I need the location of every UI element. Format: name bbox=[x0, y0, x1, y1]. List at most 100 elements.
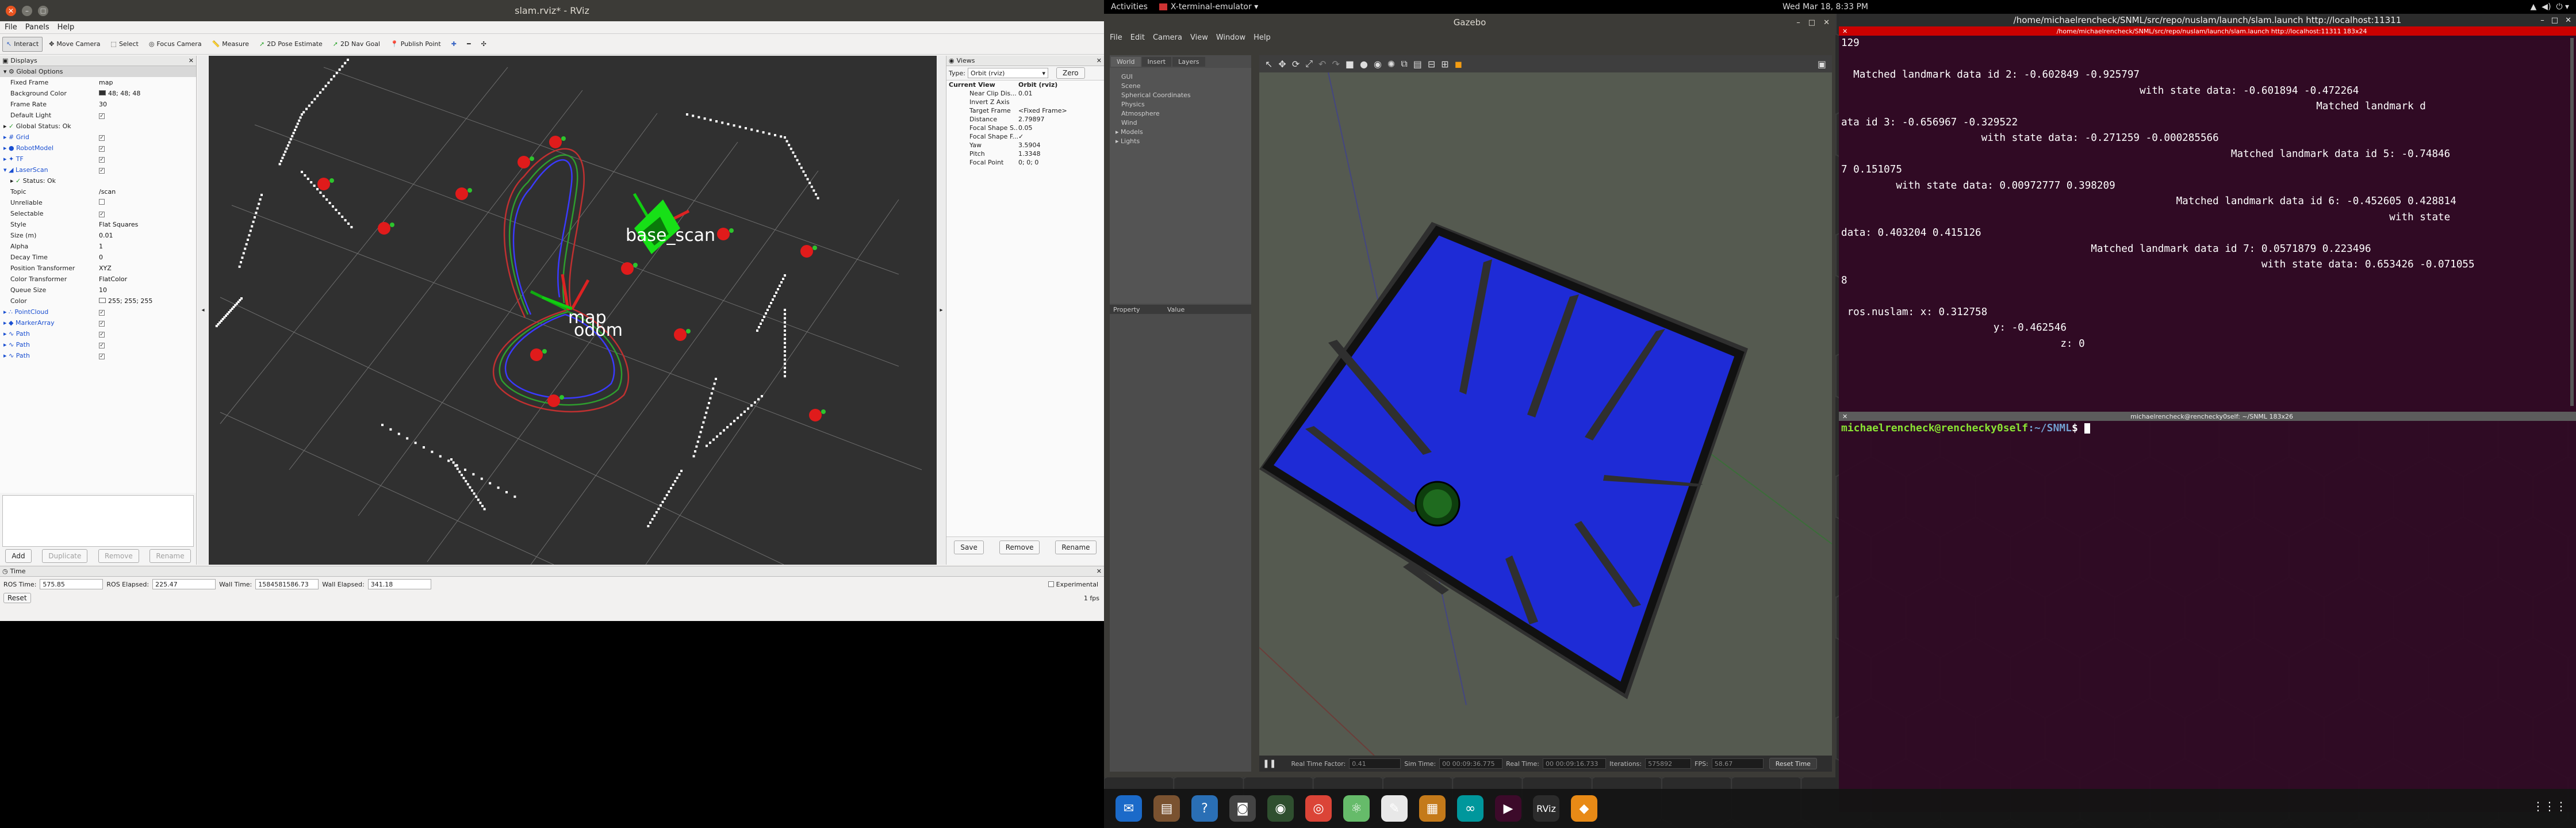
display-row[interactable]: ▾ ⚙ Global Options bbox=[0, 66, 196, 77]
display-row[interactable]: Fixed Frame map bbox=[0, 77, 196, 88]
display-row-value[interactable]: ✓ bbox=[99, 112, 191, 119]
expand-arrow-icon[interactable]: ▸ bbox=[3, 319, 9, 327]
menu-help[interactable]: Help bbox=[57, 23, 75, 32]
enable-checkbox[interactable]: ✓ bbox=[99, 113, 105, 119]
display-row-value[interactable]: ✓ bbox=[99, 319, 191, 327]
light-icon[interactable]: ✺ bbox=[1387, 59, 1395, 70]
focus-camera-tool-button[interactable]: ◎ Focus Camera bbox=[145, 37, 206, 52]
expand-arrow-icon[interactable]: ▸ bbox=[3, 122, 9, 130]
display-row[interactable]: ▸ ✓ Global Status: Ok bbox=[0, 121, 196, 132]
tab-layers[interactable]: Layers bbox=[1172, 56, 1205, 67]
display-row-value[interactable] bbox=[99, 199, 191, 206]
files-dark-dock-icon[interactable]: ▦ bbox=[1419, 795, 1446, 822]
display-row-value[interactable]: 48; 48; 48 bbox=[99, 90, 191, 97]
view-property-row[interactable]: Near Clip Dis... 0.01 bbox=[946, 89, 1104, 98]
display-row-value[interactable]: ✓ bbox=[99, 133, 191, 141]
enable-checkbox[interactable]: ✓ bbox=[99, 168, 105, 174]
world-tree-item[interactable]: Wind bbox=[1121, 118, 1251, 128]
expand-arrow-icon[interactable]: ▸ bbox=[3, 308, 9, 316]
remove-display-button[interactable]: Remove bbox=[98, 549, 139, 563]
scale-mode-icon[interactable]: ⤢ bbox=[1305, 58, 1313, 70]
rviz-dock-icon[interactable]: RViz bbox=[1533, 795, 1559, 822]
display-row[interactable]: ▸ ∴ PointCloud ✓ bbox=[0, 306, 196, 317]
tool-properties-button[interactable]: ✣ bbox=[477, 37, 490, 52]
minimize-window-icon[interactable]: – bbox=[1796, 18, 1800, 27]
move-camera-tool-button[interactable]: ✥ Move Camera bbox=[45, 37, 104, 52]
gazebo-3d-view[interactable]: ↖ ✥ ⟳ ⤢ ↶ ↷ ■ ● ◉ ✺ ⧉ ▤ ⊟ ⊞ ◼ ▣ ❚❚ Real … bbox=[1259, 55, 1832, 772]
world-tree-item[interactable]: ▸ Lights bbox=[1116, 137, 1251, 146]
display-row[interactable]: ▸ ∿ Path ✓ bbox=[0, 339, 196, 350]
duplicate-display-button[interactable]: Duplicate bbox=[42, 549, 88, 563]
expand-arrow-icon[interactable]: ▸ bbox=[3, 341, 9, 348]
zero-view-button[interactable]: Zero bbox=[1056, 67, 1085, 79]
display-row-value[interactable]: Flat Squares bbox=[99, 221, 191, 228]
display-row-value[interactable]: ✓ bbox=[99, 352, 191, 359]
enable-checkbox[interactable]: ✓ bbox=[99, 146, 105, 152]
rotate-mode-icon[interactable]: ⟳ bbox=[1292, 59, 1300, 70]
display-row[interactable]: Queue Size 10 bbox=[0, 285, 196, 296]
expand-arrow-icon[interactable]: ▸ bbox=[3, 133, 9, 141]
display-row[interactable]: ▸ ✦ TF ✓ bbox=[0, 154, 196, 164]
select-mode-icon[interactable]: ↖ bbox=[1265, 59, 1272, 70]
expand-arrow-icon[interactable]: ▸ bbox=[3, 144, 9, 152]
expand-arrow-icon[interactable]: ▸ bbox=[3, 352, 9, 359]
display-row[interactable]: Style Flat Squares bbox=[0, 219, 196, 230]
save-view-button[interactable]: Save bbox=[954, 540, 984, 554]
add-display-button[interactable]: Add bbox=[5, 549, 32, 563]
enable-checkbox[interactable]: ✓ bbox=[99, 135, 105, 141]
gz-menu-help[interactable]: Help bbox=[1254, 33, 1271, 42]
tab-world[interactable]: World bbox=[1111, 56, 1141, 67]
pose-estimate-tool-button[interactable]: ➚ 2D Pose Estimate bbox=[255, 37, 327, 52]
enable-checkbox[interactable]: ✓ bbox=[99, 157, 105, 163]
layers-dock-icon[interactable]: ◆ bbox=[1571, 795, 1597, 822]
display-row[interactable]: ▸ ∿ Path ✓ bbox=[0, 350, 196, 361]
terminal-dock-icon[interactable]: ▶ bbox=[1495, 795, 1521, 822]
display-row[interactable]: Topic/scan bbox=[0, 186, 196, 197]
expand-arrow-icon[interactable]: ▾ bbox=[3, 166, 9, 174]
remove-tool-button[interactable]: ━ bbox=[463, 37, 475, 52]
display-row[interactable]: Decay Time 0 bbox=[0, 252, 196, 263]
nav-goal-tool-button[interactable]: ➚ 2D Nav Goal bbox=[329, 37, 384, 52]
files-dock-icon[interactable]: ▤ bbox=[1153, 795, 1180, 822]
world-tree-item[interactable]: ▸ Models bbox=[1116, 128, 1251, 137]
wall-time-field[interactable]: 1584581586.73 bbox=[255, 579, 319, 589]
cylinder-shape-icon[interactable]: ◉ bbox=[1374, 59, 1382, 70]
gz-menu-camera[interactable]: Camera bbox=[1153, 33, 1182, 42]
reset-time-button[interactable]: Reset Time bbox=[1769, 758, 1817, 769]
display-row[interactable]: ▸ # Grid ✓ bbox=[0, 132, 196, 143]
view-property-row[interactable]: Invert Z Axis bbox=[946, 98, 1104, 106]
close-panel-icon[interactable]: ✕ bbox=[189, 57, 194, 64]
gz-menu-view[interactable]: View bbox=[1190, 33, 1208, 42]
enable-checkbox[interactable] bbox=[99, 199, 105, 205]
arduino-dock-icon[interactable]: ∞ bbox=[1457, 795, 1483, 822]
close-pane-icon[interactable]: ✕ bbox=[1842, 413, 1847, 420]
pause-icon[interactable]: ❚❚ bbox=[1263, 759, 1276, 768]
collapse-left-handle[interactable]: ◂ bbox=[198, 56, 208, 565]
ros-elapsed-field[interactable]: 225.47 bbox=[152, 579, 216, 589]
copy-icon[interactable]: ⧉ bbox=[1401, 58, 1407, 70]
world-tree-item[interactable]: Scene bbox=[1121, 82, 1251, 91]
display-row-value[interactable]: ✓ bbox=[99, 341, 191, 348]
interact-tool-button[interactable]: ↖ Interact bbox=[2, 36, 43, 52]
world-tree-item[interactable]: Atmosphere bbox=[1121, 109, 1251, 118]
close-pane-icon[interactable]: ✕ bbox=[1842, 28, 1847, 35]
close-panel-icon[interactable]: ✕ bbox=[1097, 568, 1102, 575]
help-dock-icon[interactable]: ? bbox=[1191, 795, 1218, 822]
screenshot-icon[interactable]: ▣ bbox=[1818, 59, 1826, 70]
enable-checkbox[interactable]: ✓ bbox=[99, 332, 105, 338]
world-tree-item[interactable]: Spherical Coordinates bbox=[1121, 91, 1251, 100]
atom-dock-icon[interactable]: ⚛ bbox=[1343, 795, 1370, 822]
expand-arrow-icon[interactable]: ▸ bbox=[10, 177, 16, 185]
minimize-window-icon[interactable]: – bbox=[2540, 16, 2544, 25]
close-window-icon[interactable]: ✕ bbox=[2565, 16, 2571, 25]
rename-display-button[interactable]: Rename bbox=[150, 549, 191, 563]
display-row[interactable]: ▸ ∿ Path ✓ bbox=[0, 328, 196, 339]
maximize-window-icon[interactable]: □ bbox=[38, 5, 48, 16]
display-row[interactable]: Default Light ✓ bbox=[0, 110, 196, 121]
display-row[interactable]: Background Color 48; 48; 48 bbox=[0, 88, 196, 99]
tab-insert[interactable]: Insert bbox=[1141, 56, 1172, 67]
display-row-value[interactable]: 0.01 bbox=[99, 232, 191, 239]
display-row-value[interactable]: ✓ bbox=[99, 210, 191, 217]
close-window-icon[interactable]: ✕ bbox=[6, 5, 16, 16]
inkscape-dock-icon[interactable]: ✎ bbox=[1381, 795, 1408, 822]
